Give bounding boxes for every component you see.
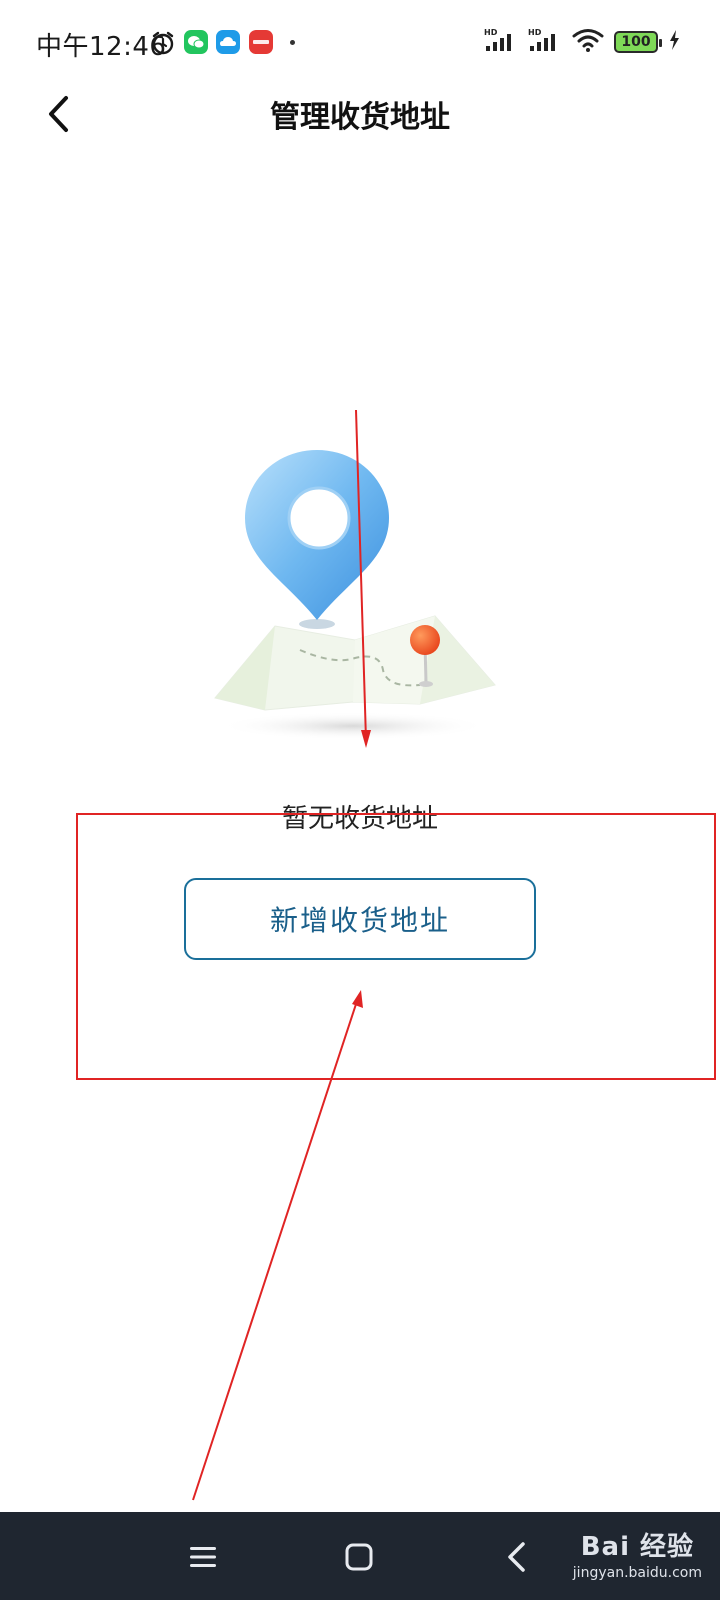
menu-icon — [190, 1547, 216, 1567]
status-indicators: HD HD 100 — [484, 28, 680, 56]
alarm-icon — [150, 30, 174, 55]
annotation-arrow-up — [192, 990, 363, 1501]
status-time: 中午12:46 — [36, 32, 167, 62]
system-back-button[interactable] — [492, 1532, 542, 1582]
navigation-bar: Bai 经验 jingyan.baidu.com — [0, 1512, 720, 1600]
home-square-icon — [345, 1543, 373, 1571]
battery-level: 100 — [621, 34, 651, 50]
cloud-icon — [216, 30, 240, 54]
xiaohongshu-icon — [249, 30, 273, 54]
wifi-icon — [572, 27, 604, 57]
signal-icon-2: HD — [528, 27, 562, 57]
svg-text:HD: HD — [528, 28, 542, 37]
header: 管理收货地址 — [0, 84, 720, 184]
wechat-icon — [184, 30, 208, 54]
svg-text:HD: HD — [484, 28, 498, 37]
home-button[interactable] — [334, 1532, 384, 1582]
battery-icon: 100 — [614, 31, 662, 53]
watermark-url: jingyan.baidu.com — [572, 1565, 702, 1581]
menu-button[interactable] — [178, 1532, 228, 1582]
charging-icon — [668, 29, 680, 55]
page-title: 管理收货地址 — [270, 100, 450, 135]
watermark-brand: Bai 经验 — [580, 1532, 695, 1562]
signal-icon: HD — [484, 27, 518, 57]
notification-dot-icon — [290, 40, 295, 45]
add-address-button[interactable]: 新增收货地址 — [184, 878, 536, 960]
map-location-illustration — [205, 440, 505, 740]
status-bar: 中午12:46 HD HD 100 — [0, 0, 720, 84]
back-arrow-icon — [508, 1542, 525, 1572]
empty-state-message: 暂无收货地址 — [281, 804, 438, 834]
baidu-jingyan-watermark: Bai 经验 jingyan.baidu.com — [573, 1526, 702, 1581]
